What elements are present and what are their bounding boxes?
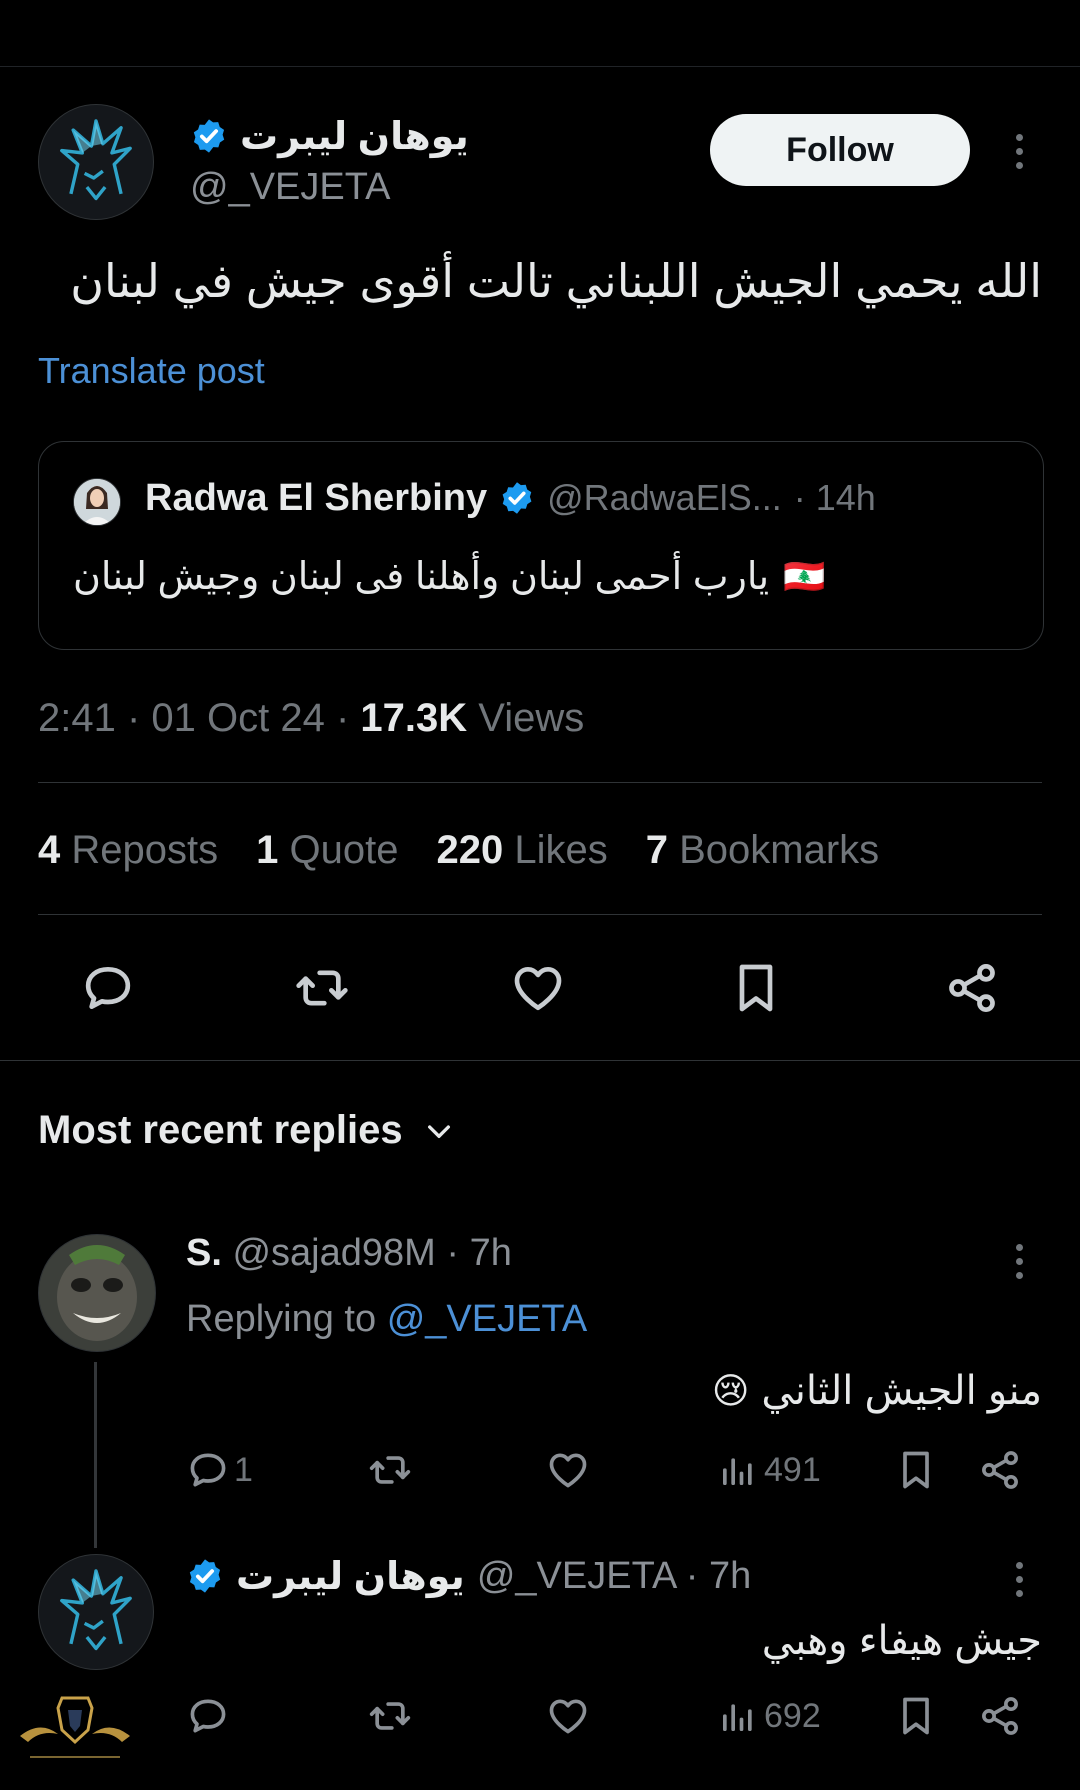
reply-reply-button[interactable]: 1 [186,1448,253,1492]
repost-icon[interactable] [368,1448,412,1492]
masked-face-avatar-icon [39,1235,155,1351]
author-name-row[interactable]: يوهان ليبرت [190,112,469,160]
person-avatar-icon [74,479,120,525]
views-label: Views [478,696,585,740]
bookmark-icon[interactable] [894,1694,938,1738]
quoted-post-card[interactable]: Radwa El Sherbiny @RadwaElS... · 14h يار… [38,441,1044,650]
reply-name[interactable]: S. [186,1232,222,1274]
reposts-stat[interactable]: 4 Reposts [38,828,218,873]
reply-icon [186,1448,230,1492]
likes-stat[interactable]: 220 Likes [436,828,607,873]
quoted-header: Radwa El Sherbiny @RadwaElS... · 14h [145,472,876,524]
bookmark-icon[interactable] [728,960,784,1016]
author-avatar[interactable] [38,104,154,220]
bookmarks-stat[interactable]: 7 Bookmarks [646,828,879,873]
section-divider [0,1060,1080,1061]
reply-icon[interactable] [186,1694,230,1738]
reply-name[interactable]: يوهان ليبرت [236,1554,465,1599]
reply-views[interactable]: 491 [718,1448,821,1492]
top-divider [0,66,1080,67]
thread-line [94,1362,97,1548]
reply-header: S. @sajad98M · 7h [186,1232,512,1275]
post-text: الله يحمي الجيش اللبناني تالت أقوى جيش ف… [70,255,1042,307]
share-icon[interactable] [944,960,1000,1016]
replying-to-prefix: Replying to [186,1298,377,1340]
reply-text-row: منو الجيش الثاني 😢 [712,1368,1042,1414]
quoted-name: Radwa El Sherbiny [145,476,488,519]
reply-count: 1 [234,1450,253,1489]
like-icon[interactable] [546,1694,590,1738]
quote-stat[interactable]: 1 Quote [256,828,398,873]
views-icon [718,1448,758,1492]
follow-button[interactable]: Follow [710,114,970,186]
quoted-time: · 14h [793,477,876,518]
chevron-down-icon [427,1124,450,1138]
more-icon[interactable] [1016,134,1026,176]
reply-text: منو الجيش الثاني [761,1369,1042,1413]
divider [38,914,1042,915]
reply-views[interactable]: 692 [718,1694,821,1738]
reply-handle[interactable]: @sajad98M · 7h [232,1232,511,1274]
replies-sort-label: Most recent replies [38,1108,403,1152]
repost-icon[interactable] [368,1694,412,1738]
reply-icon[interactable] [80,960,136,1016]
post-timestamp: 2:41 · 01 Oct 24 · [38,696,350,740]
views-icon [718,1694,758,1738]
saiyan-avatar-icon [39,105,153,219]
verified-icon [499,480,535,516]
share-icon[interactable] [978,1448,1022,1492]
share-icon[interactable] [978,1694,1022,1738]
verified-icon [186,1557,224,1595]
reply-text: جيش هيفاء وهبي [761,1619,1042,1663]
divider [38,782,1042,783]
views-count: 491 [764,1450,821,1489]
views-count: 692 [764,1696,821,1735]
replying-to: Replying to @_VEJETA [186,1298,587,1341]
quoted-text-row: يارب أحمى لبنان وأهلنا فى لبنان وجيش لبن… [73,554,1013,599]
author-name: يوهان ليبرت [240,115,469,158]
author-handle[interactable]: @_VEJETA [190,166,390,209]
stats-row: 4 Reposts 1 Quote 220 Likes 7 Bookmarks [38,828,879,873]
reply-handle[interactable]: @_VEJETA · 7h [477,1555,751,1598]
quoted-handle: @RadwaElS... [547,477,782,518]
crying-emoji: 😢 [711,1370,750,1411]
forum-watermark-logo [20,1696,130,1758]
more-icon[interactable] [1016,1244,1026,1286]
verified-icon [190,117,228,155]
reply-avatar[interactable] [38,1554,154,1670]
lebanon-flag-icon: 🇱🇧 [783,557,826,596]
bookmark-icon[interactable] [894,1448,938,1492]
quoted-text: يارب أحمى لبنان وأهلنا فى لبنان وجيش لبن… [73,556,770,598]
reply-header: يوهان ليبرت @_VEJETA · 7h [186,1552,751,1600]
like-icon[interactable] [510,960,566,1016]
quoted-avatar [73,478,121,526]
post-meta: 2:41 · 01 Oct 24 · 17.3K Views [38,696,584,741]
like-icon[interactable] [546,1448,590,1492]
translate-post-link[interactable]: Translate post [38,350,265,392]
replies-sort-dropdown[interactable]: Most recent replies [38,1108,455,1153]
repost-icon[interactable] [294,960,350,1016]
more-icon[interactable] [1016,1562,1026,1604]
saiyan-avatar-icon [39,1555,153,1669]
replying-to-handle[interactable]: @_VEJETA [387,1298,587,1340]
reply-avatar[interactable] [38,1234,156,1352]
views-count: 17.3K [360,696,468,740]
